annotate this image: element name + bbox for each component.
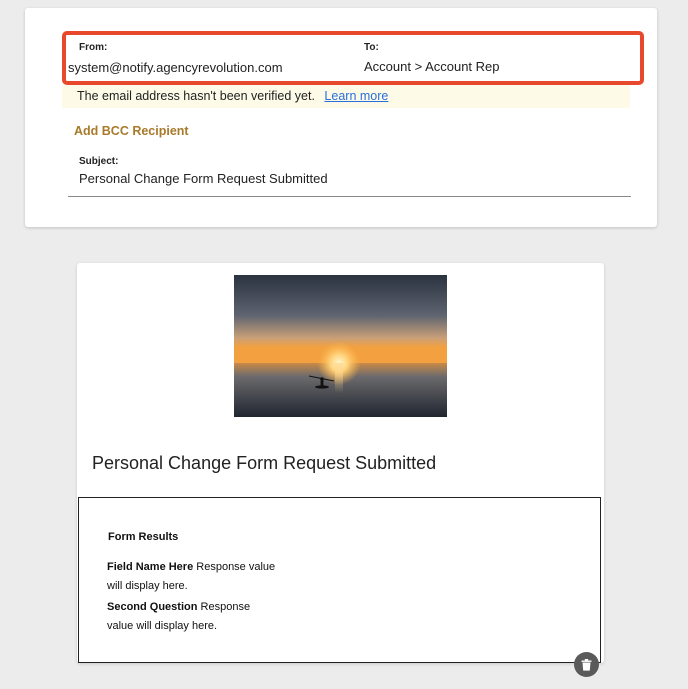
delete-block-button[interactable] bbox=[574, 652, 599, 677]
sender-recipient-highlight bbox=[62, 31, 644, 85]
form-field-row: Field Name Here Response value will disp… bbox=[107, 558, 277, 596]
field-name: Second Question bbox=[107, 601, 198, 613]
to-label: To: bbox=[364, 42, 379, 53]
to-recipient[interactable]: Account > Account Rep bbox=[364, 59, 500, 74]
from-label: From: bbox=[79, 42, 108, 53]
subject-underline bbox=[68, 196, 631, 197]
learn-more-link[interactable]: Learn more bbox=[324, 89, 388, 103]
form-results-title: Form Results bbox=[108, 531, 179, 543]
field-name: Field Name Here bbox=[107, 561, 194, 573]
form-results-block[interactable]: Form Results Field Name Here Response va… bbox=[78, 497, 601, 663]
subject-input[interactable]: Personal Change Form Request Submitted bbox=[79, 171, 328, 186]
trash-icon bbox=[581, 658, 592, 671]
email-header-card: From: system@notify.agencyrevolution.com… bbox=[25, 8, 657, 227]
email-body-preview: Personal Change Form Request Submitted F… bbox=[77, 263, 604, 663]
from-address[interactable]: system@notify.agencyrevolution.com bbox=[68, 60, 283, 75]
subject-label: Subject: bbox=[79, 156, 119, 167]
verification-warning: The email address hasn't been verified y… bbox=[62, 85, 630, 108]
verification-message: The email address hasn't been verified y… bbox=[77, 89, 315, 103]
form-field-row: Second Question Response value will disp… bbox=[107, 598, 277, 636]
hero-image-kayak-sunset bbox=[234, 275, 447, 417]
email-title: Personal Change Form Request Submitted bbox=[92, 453, 437, 473]
add-bcc-recipient-link[interactable]: Add BCC Recipient bbox=[74, 124, 189, 138]
